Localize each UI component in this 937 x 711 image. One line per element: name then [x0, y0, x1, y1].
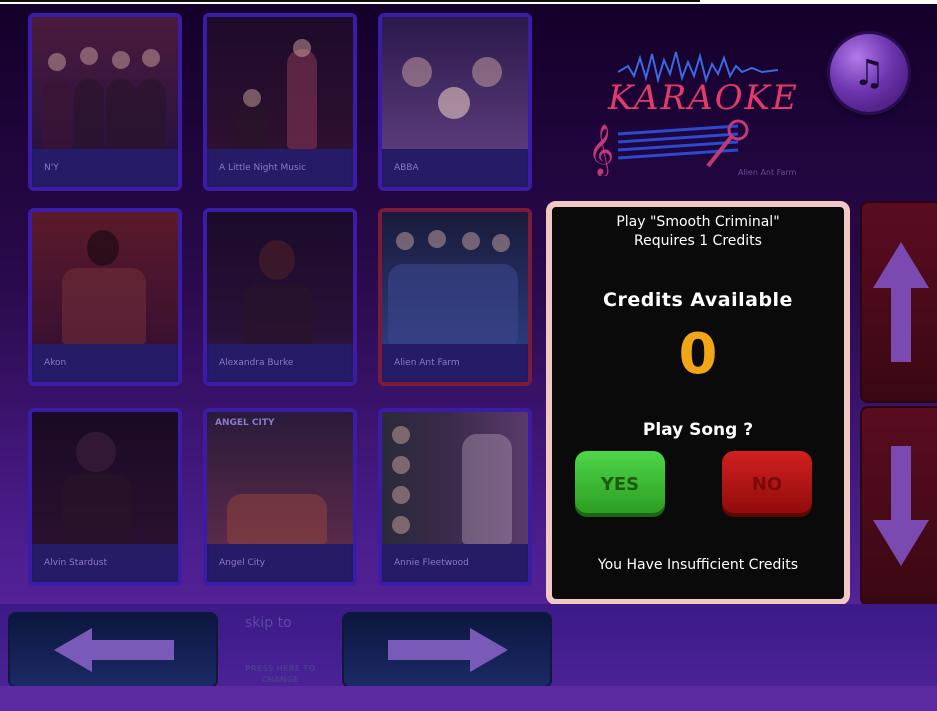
artist-thumbnail — [32, 212, 178, 344]
artist-caption: Alvin Stardust — [32, 544, 178, 582]
artist-tile-6[interactable]: Alien Ant Farm — [378, 208, 532, 386]
prev-page-button[interactable] — [8, 612, 218, 688]
bottom-strip — [0, 686, 937, 711]
arrow-right-icon — [388, 628, 508, 672]
artist-thumbnail — [32, 17, 178, 149]
artist-tile-4[interactable]: Akon — [28, 208, 182, 386]
arrow-up-icon — [873, 242, 929, 362]
artist-caption: ABBA — [382, 149, 528, 187]
artist-thumbnail: ANGEL CITY — [207, 412, 353, 544]
play-song-dialog: Play "Smooth Criminal" Requires 1 Credit… — [546, 201, 850, 605]
arrow-left-icon — [54, 628, 174, 672]
artist-caption: Akon — [32, 344, 178, 382]
yes-button[interactable]: YES — [575, 451, 665, 517]
artist-thumbnail — [207, 212, 353, 344]
artist-thumbnail — [207, 17, 353, 149]
artist-caption: A Little Night Music — [207, 149, 353, 187]
artist-thumbnail — [32, 412, 178, 544]
artist-tile-3[interactable]: ABBA — [378, 13, 532, 191]
artist-tile-8[interactable]: ANGEL CITY Angel City — [203, 408, 357, 586]
skip-to-label: skip to — [245, 615, 292, 631]
scroll-down-button[interactable] — [860, 406, 937, 606]
logo-subtitle: Alien Ant Farm — [738, 168, 797, 177]
artist-caption: Angel City — [207, 544, 353, 582]
insufficient-credits-message: You Have Insufficient Credits — [597, 557, 799, 573]
artist-thumbnail — [382, 17, 528, 149]
top-divider — [0, 0, 700, 2]
karaoke-logo: KARAOKE 𝄞 Alien Ant Farm — [578, 38, 828, 188]
play-song-question: Play Song ? — [642, 420, 754, 440]
dialog-song-title: Play "Smooth Criminal" — [616, 214, 780, 230]
no-button[interactable]: NO — [722, 451, 812, 517]
arrow-down-icon — [873, 446, 929, 566]
music-staff-graphic: 𝄞 — [588, 119, 749, 176]
artist-tile-1[interactable]: N'Y — [28, 13, 182, 191]
artist-caption: Annie Fleetwood — [382, 544, 528, 582]
scroll-up-button[interactable] — [860, 201, 937, 403]
artist-tile-2[interactable]: A Little Night Music — [203, 13, 357, 191]
music-note-icon: ♫ — [852, 52, 886, 94]
dialog-credit-requirement: Requires 1 Credits — [634, 233, 762, 249]
next-page-button[interactable] — [342, 612, 552, 688]
music-button[interactable]: ♫ — [830, 34, 908, 112]
artist-thumbnail — [382, 212, 528, 344]
credits-available-label: Credits Available — [603, 289, 793, 311]
artist-thumbnail — [382, 412, 528, 544]
logo-text: KARAOKE — [608, 78, 799, 118]
artist-caption: Alien Ant Farm — [382, 344, 528, 382]
artist-tile-7[interactable]: Alvin Stardust — [28, 408, 182, 586]
artist-tile-5[interactable]: Alexandra Burke — [203, 208, 357, 386]
credits-available-value: 0 — [678, 322, 718, 387]
press-here-to-change[interactable]: PRESS HERE TO CHANGE — [225, 663, 335, 685]
svg-text:𝄞: 𝄞 — [588, 124, 614, 176]
artist-caption: Alexandra Burke — [207, 344, 353, 382]
artist-tile-9[interactable]: Annie Fleetwood — [378, 408, 532, 586]
artist-caption: N'Y — [32, 149, 178, 187]
